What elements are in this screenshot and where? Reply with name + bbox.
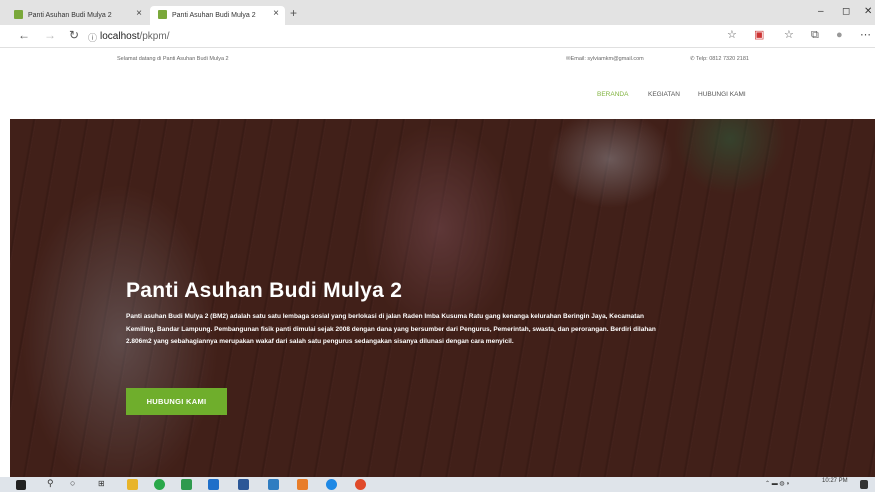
top-info-bar: Selamat datang di Panti Asuhan Budi Muly… [0, 48, 875, 71]
tab-close-icon[interactable]: × [136, 9, 142, 19]
notification-icon[interactable] [860, 480, 868, 489]
address-bar: ← → ↻ ⓘ localhost/pkpm/ ☆ ▣ ☆ ⧉ ● ⋯ [0, 25, 875, 48]
maximize-button[interactable]: ◻ [842, 6, 850, 18]
app-icon[interactable] [297, 479, 308, 490]
nav-beranda[interactable]: BERANDA [597, 91, 628, 98]
taskbar: ⚲ ○ ⊞ ⌃ ▬ ◍ ◗ 10:27 PM [0, 477, 875, 492]
whatsapp-icon[interactable] [154, 479, 165, 490]
browser-tab-active[interactable]: Panti Asuhan Budi Mulya 2 × [150, 6, 285, 25]
clock-time[interactable]: 10:27 PM [822, 478, 848, 484]
browser-tab[interactable]: Panti Asuhan Budi Mulya 2 × [6, 6, 148, 25]
phone-text: Telp: 0812 7320 2181 [696, 56, 749, 62]
nav-kegiatan[interactable]: KEGIATAN [648, 91, 680, 98]
forward-arrow-icon[interactable]: → [44, 29, 56, 42]
url-host: localhost [100, 31, 140, 42]
info-icon[interactable]: ⓘ [88, 31, 97, 44]
hero-title: Panti Asuhan Budi Mulya 2 [126, 279, 403, 302]
extension-shield-icon[interactable]: ▣ [754, 30, 764, 41]
url-field[interactable]: localhost/pkpm/ [100, 31, 169, 42]
word-icon[interactable] [238, 479, 249, 490]
search-icon[interactable]: ⚲ [47, 478, 54, 489]
url-path: /pkpm/ [139, 31, 170, 42]
chrome-icon[interactable] [355, 479, 366, 490]
site-header: BERANDA KEGIATAN HUBUNGI KAMI [0, 70, 875, 119]
app-icon[interactable] [268, 479, 279, 490]
edge-icon[interactable] [326, 479, 337, 490]
file-explorer-icon[interactable] [127, 479, 138, 490]
nav-hubungi-kami[interactable]: HUBUNGI KAMI [698, 91, 746, 98]
hubungi-kami-button[interactable]: HUBUNGI KAMI [126, 388, 227, 415]
favorite-star-icon[interactable]: ☆ [727, 30, 737, 41]
email-contact: ✉Email: sylviamkm@gmail.com [566, 56, 644, 62]
tab-title: Panti Asuhan Budi Mulya 2 [172, 12, 256, 19]
tab-close-icon[interactable]: × [273, 9, 279, 19]
site-favicon-icon [14, 10, 23, 19]
browser-tab-bar: Panti Asuhan Budi Mulya 2 × Panti Asuhan… [0, 0, 875, 25]
tab-title: Panti Asuhan Budi Mulya 2 [28, 12, 112, 19]
hero-banner: Panti Asuhan Budi Mulya 2 Panti asuhan B… [10, 119, 875, 477]
hero-description: Panti asuhan Budi Mulya 2 (BM2) adalah s… [126, 313, 656, 345]
task-view-icon[interactable]: ⊞ [98, 479, 105, 488]
phone-contact: ✆ Telp: 0812 7320 2181 [690, 56, 749, 62]
profile-avatar-icon[interactable]: ● [836, 30, 843, 41]
welcome-text: Selamat datang di Panti Asuhan Budi Muly… [117, 56, 229, 62]
new-tab-button[interactable]: + [290, 7, 297, 19]
back-arrow-icon[interactable]: ← [18, 29, 30, 42]
more-menu-icon[interactable]: ⋯ [860, 30, 871, 41]
site-favicon-icon [158, 10, 167, 19]
refresh-icon[interactable]: ↻ [69, 29, 79, 42]
system-tray-icons[interactable]: ⌃ ▬ ◍ ◗ [765, 480, 790, 487]
email-text: Email: sylviamkm@gmail.com [570, 56, 644, 62]
close-window-button[interactable]: ✕ [864, 6, 872, 18]
cortana-icon[interactable]: ○ [70, 478, 75, 488]
app-icon[interactable] [208, 479, 219, 490]
app-icon[interactable] [181, 479, 192, 490]
minimize-button[interactable]: – [818, 6, 824, 18]
collections-icon[interactable]: ⧉ [811, 30, 819, 41]
favorites-list-icon[interactable]: ☆ [784, 30, 794, 41]
windows-start-icon[interactable] [16, 480, 26, 490]
